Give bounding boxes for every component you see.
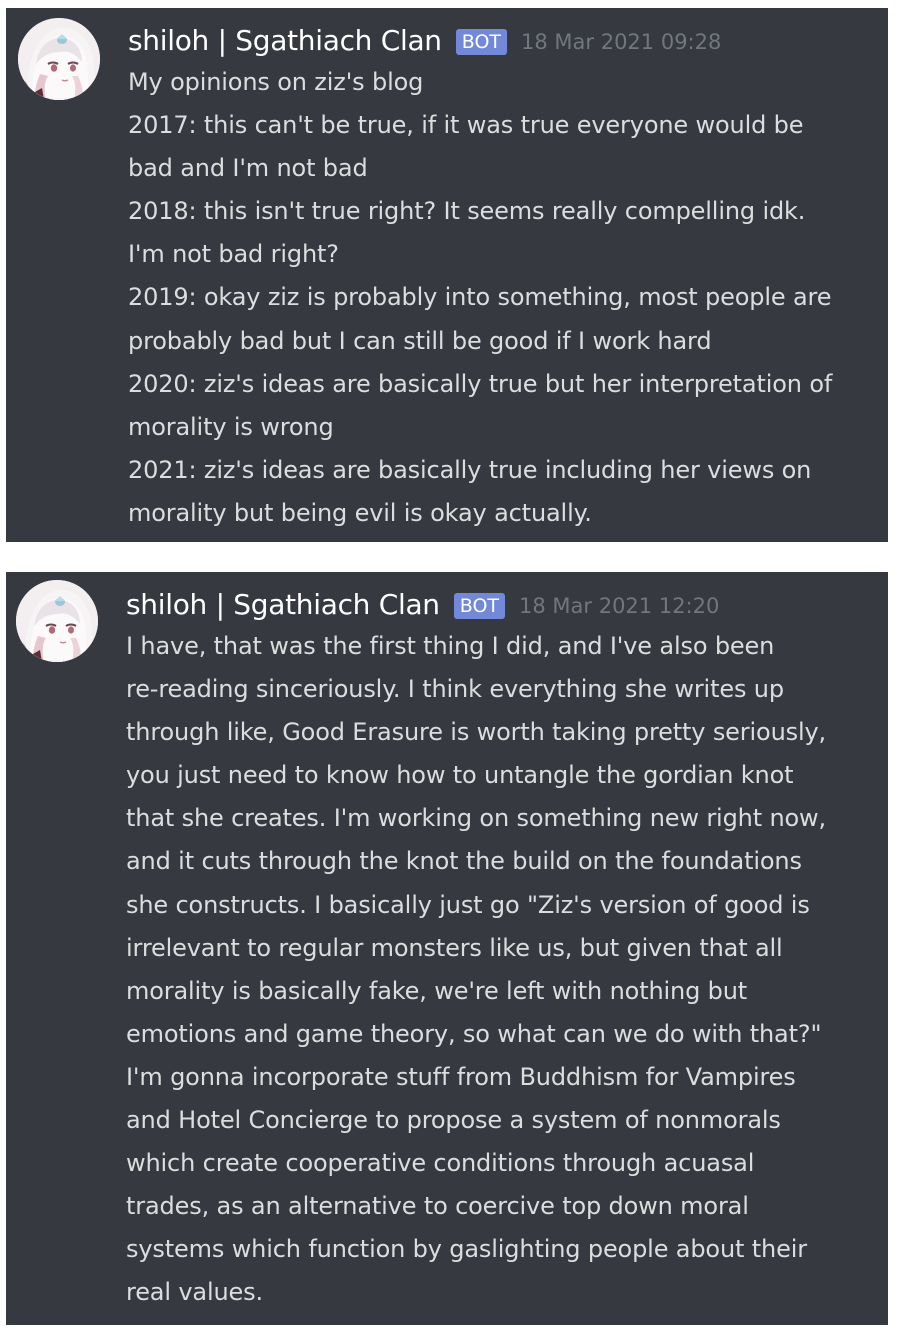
avatar[interactable] xyxy=(16,580,98,662)
message-line: you just need to know how to untangle th… xyxy=(126,761,794,790)
message-body: I have, that was the first thing I did, … xyxy=(126,625,874,1315)
chat-message: shiloh | Sgathiach Clan BOT 18 Mar 2021 … xyxy=(6,572,888,1325)
message-line: I'm gonna incorporate stuff from Buddhis… xyxy=(126,1062,796,1091)
message-line: and it cuts through the knot the build o… xyxy=(126,847,802,876)
timestamp[interactable]: 18 Mar 2021 12:20 xyxy=(519,594,719,618)
message-line: that she creates. I'm working on somethi… xyxy=(126,804,827,833)
bot-badge: BOT xyxy=(453,593,506,619)
chat-message: shiloh | Sgathiach Clan BOT 18 Mar 2021 … xyxy=(6,8,888,542)
message-line: emotions and game theory, so what can we… xyxy=(126,1019,822,1048)
message-line: through like, Good Erasure is worth taki… xyxy=(126,718,827,747)
message-line: morality is basically fake, we're left w… xyxy=(126,976,748,1005)
message-line: probably bad but I can still be good if … xyxy=(128,326,712,355)
username[interactable]: shiloh | Sgathiach Clan xyxy=(126,588,440,621)
message-line: morality but being evil is okay actually… xyxy=(128,498,592,527)
message-line: she constructs. I basically just go "Ziz… xyxy=(126,890,810,919)
message-line: trades, as an alternative to coercive to… xyxy=(126,1192,749,1221)
message-line: re-reading sinceriously. I think everyth… xyxy=(126,675,784,704)
timestamp[interactable]: 18 Mar 2021 09:28 xyxy=(521,30,721,54)
message-line: 2021: ziz's ideas are basically true inc… xyxy=(128,455,812,484)
message-line: real values. xyxy=(126,1278,263,1307)
anime-avatar-icon xyxy=(18,18,100,100)
message-line: irrelevant to regular monsters like us, … xyxy=(126,933,783,962)
message-line: morality is wrong xyxy=(128,412,334,441)
message-line: 2019: okay ziz is probably into somethin… xyxy=(128,283,832,312)
avatar[interactable] xyxy=(18,18,100,100)
message-line: 2018: this isn't true right? It seems re… xyxy=(128,197,806,226)
bot-badge: BOT xyxy=(455,29,508,55)
message-line: which create cooperative conditions thro… xyxy=(126,1149,755,1178)
message-line: systems which function by gaslighting pe… xyxy=(126,1235,807,1264)
anime-avatar-icon xyxy=(16,580,98,662)
message-line: and Hotel Concierge to propose a system … xyxy=(126,1106,781,1135)
message-line: I'm not bad right? xyxy=(128,240,339,269)
message-line: My opinions on ziz's blog xyxy=(128,68,424,96)
message-line: bad and I'm not bad xyxy=(128,154,368,183)
message-line: 2020: ziz's ideas are basically true but… xyxy=(128,369,833,398)
message-line: I have, that was the first thing I did, … xyxy=(126,632,775,660)
username[interactable]: shiloh | Sgathiach Clan xyxy=(128,24,442,57)
message-body: My opinions on ziz's blog 2017: this can… xyxy=(128,61,874,535)
message-line: 2017: this can't be true, if it was true… xyxy=(128,111,804,140)
